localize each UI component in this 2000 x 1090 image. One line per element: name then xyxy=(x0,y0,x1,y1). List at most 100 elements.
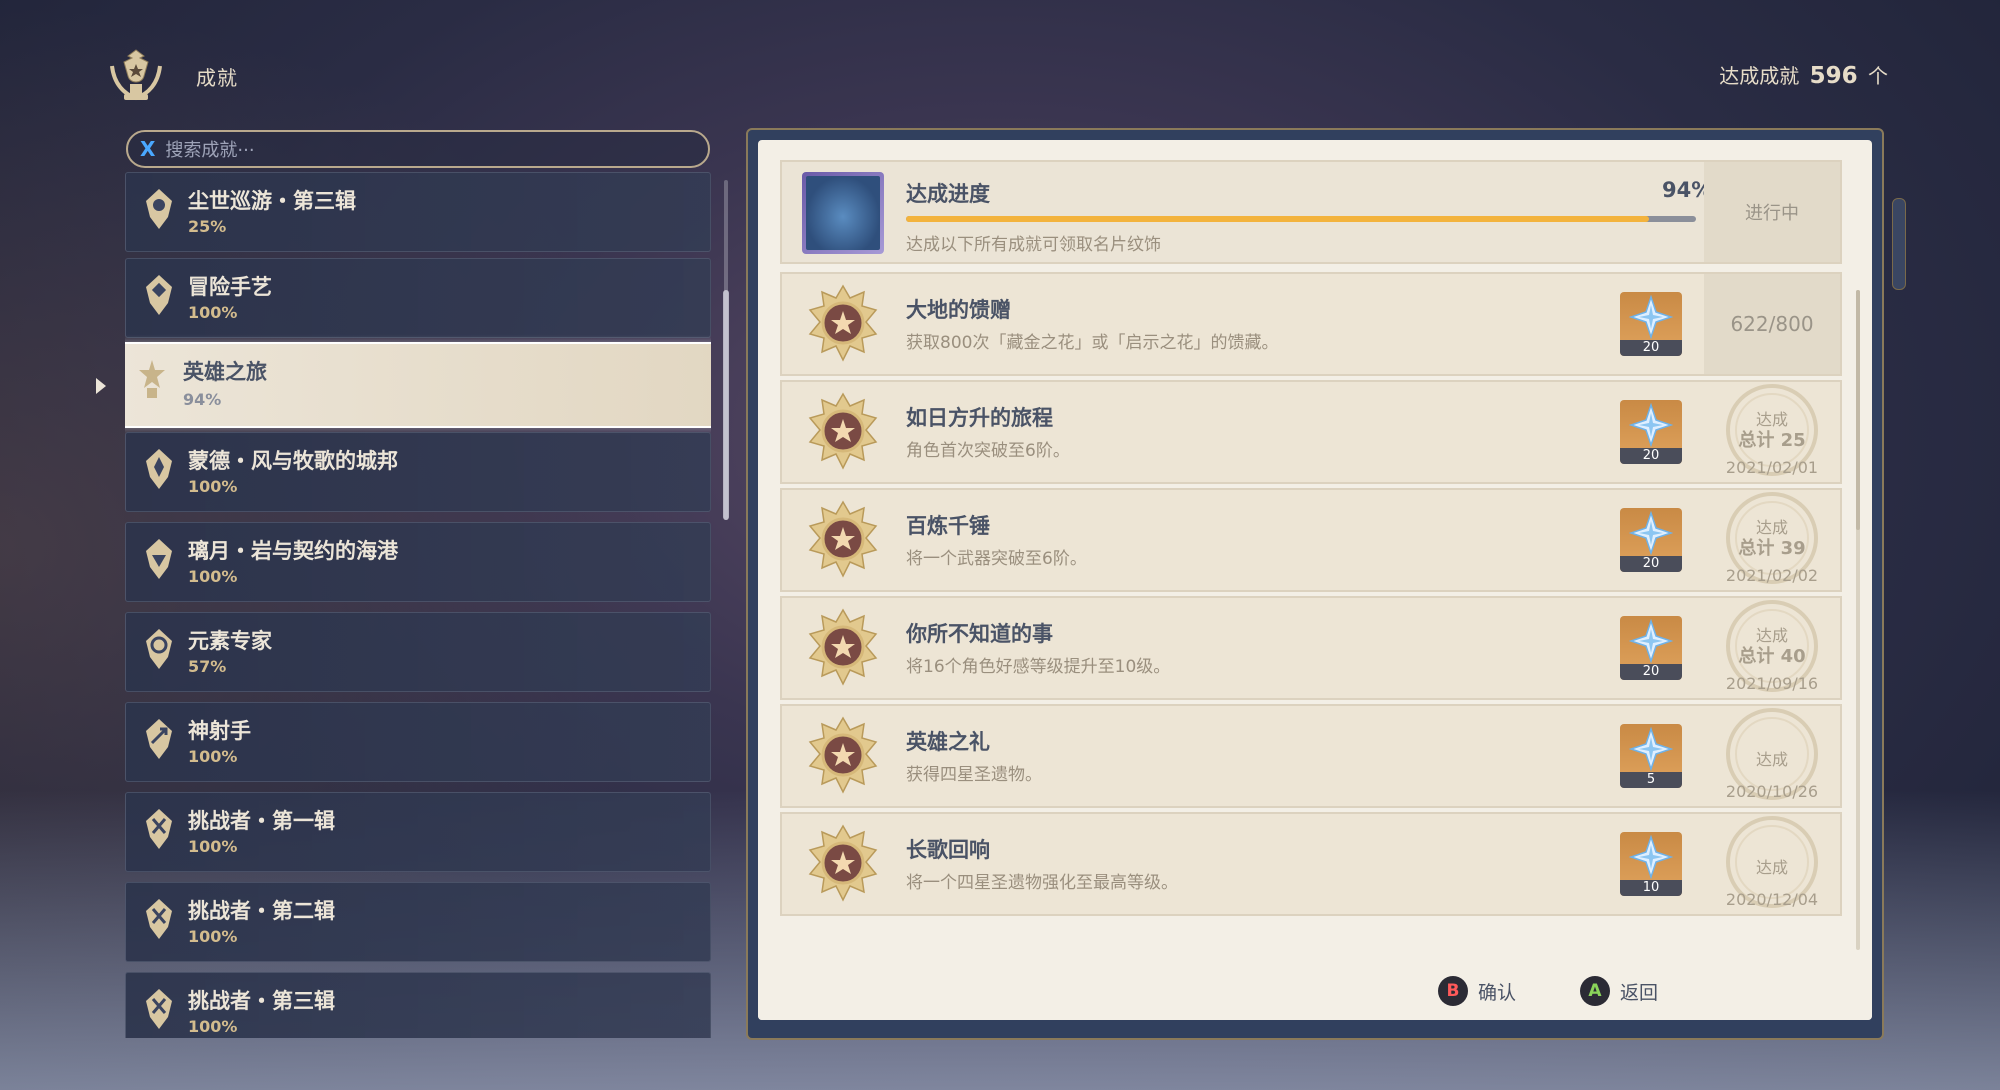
x-key-icon: X xyxy=(140,137,156,161)
achievement-row[interactable]: 大地的馈赠 获取800次「藏金之花」或「启示之花」的馈藏。 20 622/800 xyxy=(780,272,1842,376)
category-item[interactable]: 挑战者・第三辑 100% xyxy=(125,972,711,1038)
category-item[interactable]: 蒙德・风与牧歌的城邦 100% xyxy=(125,432,711,512)
category-item[interactable]: 璃月・岩与契约的海港 100% xyxy=(125,522,711,602)
completed-stamp: 达成 总计 40 2021/09/16 xyxy=(1710,598,1834,698)
reward-item[interactable]: 20 xyxy=(1620,292,1682,356)
stamp-status: 达成 xyxy=(1755,750,1788,769)
category-item-active[interactable]: 英雄之旅 94% xyxy=(125,342,711,428)
achievement-title: 英雄之礼 xyxy=(906,730,990,754)
achievement-title: 长歌回响 xyxy=(906,838,990,862)
achievement-desc: 将16个角色好感等级提升至10级。 xyxy=(906,657,1171,677)
reward-item[interactable]: 20 xyxy=(1620,616,1682,680)
category-percent: 100% xyxy=(188,1017,238,1036)
achievement-category-icon xyxy=(146,899,172,939)
achievement-desc: 将一个四星圣遗物强化至最高等级。 xyxy=(906,873,1178,893)
category-percent: 25% xyxy=(188,217,227,236)
stamp-total: 总计 25 xyxy=(1738,430,1806,451)
achievement-row[interactable]: 英雄之礼 获得四星圣遗物。 5 达成 2020/10/26 xyxy=(780,704,1842,808)
total-suffix: 个 xyxy=(1868,64,1888,88)
side-tab xyxy=(1892,198,1906,290)
reward-count: 20 xyxy=(1620,340,1682,356)
achievement-title: 你所不知道的事 xyxy=(906,622,1053,646)
category-item[interactable]: 元素专家 57% xyxy=(125,612,711,692)
category-name: 冒险手艺 xyxy=(188,275,272,299)
achievement-medal-icon xyxy=(808,500,878,578)
achievement-category-icon xyxy=(139,360,165,398)
back-label: 返回 xyxy=(1620,981,1659,1004)
category-name: 璃月・岩与契约的海港 xyxy=(188,539,398,563)
stamp-status: 达成 xyxy=(1755,858,1788,877)
reward-count: 20 xyxy=(1620,448,1682,464)
reward-item[interactable]: 5 xyxy=(1620,724,1682,788)
achievement-medal-icon xyxy=(808,392,878,470)
reward-item[interactable]: 20 xyxy=(1620,400,1682,464)
namecard-thumbnail xyxy=(802,172,884,254)
category-percent: 94% xyxy=(183,390,222,409)
total-prefix: 达成成就 xyxy=(1719,64,1800,88)
category-name: 挑战者・第二辑 xyxy=(188,899,335,923)
primogem-icon xyxy=(1629,403,1673,447)
category-list[interactable]: 尘世巡游・第三辑 25% 冒险手艺 100% 英雄之旅 94% 蒙德・风与牧歌的… xyxy=(125,172,711,1038)
page-title: 成就 xyxy=(196,66,238,90)
category-percent: 100% xyxy=(188,477,238,496)
total-count: 596 xyxy=(1809,63,1858,89)
achievement-row[interactable]: 如日方升的旅程 角色首次突破至6阶。 20 达成 总计 25 2021/02/01 xyxy=(780,380,1842,484)
reward-count: 20 xyxy=(1620,556,1682,572)
progress-bar xyxy=(906,216,1696,222)
achievement-category-icon xyxy=(146,719,172,759)
achievement-row[interactable]: 你所不知道的事将16个角色好感等级提升至10级。 20 达成 总计 40 2021/09… xyxy=(780,596,1842,700)
category-name: 尘世巡游・第三辑 xyxy=(188,189,356,213)
category-item[interactable]: 尘世巡游・第三辑 25% xyxy=(125,172,711,252)
achievement-panel: 达成进度 94% 达成以下所有成就可领取名片纹饰 进行中 大地的馈赠 获取800次… xyxy=(758,140,1872,1020)
reward-count: 20 xyxy=(1620,664,1682,680)
primogem-icon xyxy=(1629,835,1673,879)
primogem-icon xyxy=(1629,295,1673,339)
achievement-title: 如日方升的旅程 xyxy=(906,406,1053,430)
progress-title: 达成进度 xyxy=(906,182,990,206)
category-percent: 100% xyxy=(188,927,238,946)
search-placeholder: 搜索成就··· xyxy=(165,140,255,161)
achievement-medal-icon xyxy=(808,824,878,902)
category-name: 挑战者・第三辑 xyxy=(188,989,335,1013)
stamp-date: 2021/02/01 xyxy=(1725,458,1819,477)
back-button[interactable]: A 返回 xyxy=(1580,976,1658,1006)
completed-stamp: 达成 2020/12/04 xyxy=(1710,814,1834,914)
achievement-title: 百炼千锤 xyxy=(906,514,990,538)
primogem-icon xyxy=(1629,727,1673,771)
category-item[interactable]: 冒险手艺 100% xyxy=(125,258,711,338)
achievement-category-icon xyxy=(146,189,172,229)
primogem-icon xyxy=(1629,511,1673,555)
panel-scroll-thumb[interactable] xyxy=(1856,290,1860,530)
reward-count: 10 xyxy=(1620,880,1682,896)
completed-stamp: 达成 2020/10/26 xyxy=(1710,706,1834,806)
category-percent: 57% xyxy=(188,657,227,676)
category-item[interactable]: 挑战者・第一辑 100% xyxy=(125,792,711,872)
stamp-date: 2021/09/16 xyxy=(1725,674,1819,693)
category-name: 英雄之旅 xyxy=(183,360,267,384)
achievement-medal-icon xyxy=(808,716,878,794)
search-input[interactable]: X 搜索成就··· xyxy=(126,130,710,168)
progress-bar-fill xyxy=(906,216,1649,222)
category-item[interactable]: 挑战者・第二辑 100% xyxy=(125,882,711,962)
category-percent: 100% xyxy=(188,747,238,766)
category-scroll-thumb[interactable] xyxy=(723,290,729,520)
progress-card: 达成进度 94% 达成以下所有成就可领取名片纹饰 进行中 xyxy=(780,160,1842,264)
achievement-progress-count: 622/800 xyxy=(1704,274,1840,374)
confirm-button[interactable]: B 确认 xyxy=(1438,976,1516,1006)
achievement-category-icon xyxy=(146,629,172,669)
achievement-row[interactable]: 百炼千锤 将一个武器突破至6阶。 20 达成 总计 39 2021/02/02 xyxy=(780,488,1842,592)
category-name: 神射手 xyxy=(188,719,251,743)
a-key-icon: A xyxy=(1580,976,1610,1006)
category-name: 元素专家 xyxy=(188,629,272,653)
progress-status: 进行中 xyxy=(1704,162,1840,262)
category-name: 挑战者・第一辑 xyxy=(188,809,335,833)
achievement-row[interactable]: 长歌回响将一个四星圣遗物强化至最高等级。 10 达成 2020/12/04 xyxy=(780,812,1842,916)
achievement-category-icon xyxy=(146,989,172,1029)
completed-stamp: 达成 总计 39 2021/02/02 xyxy=(1710,490,1834,590)
category-item[interactable]: 神射手 100% xyxy=(125,702,711,782)
category-name: 蒙德・风与牧歌的城邦 xyxy=(188,449,398,473)
reward-item[interactable]: 10 xyxy=(1620,832,1682,896)
category-percent: 100% xyxy=(188,303,238,322)
achievement-category-icon xyxy=(146,449,172,489)
reward-item[interactable]: 20 xyxy=(1620,508,1682,572)
